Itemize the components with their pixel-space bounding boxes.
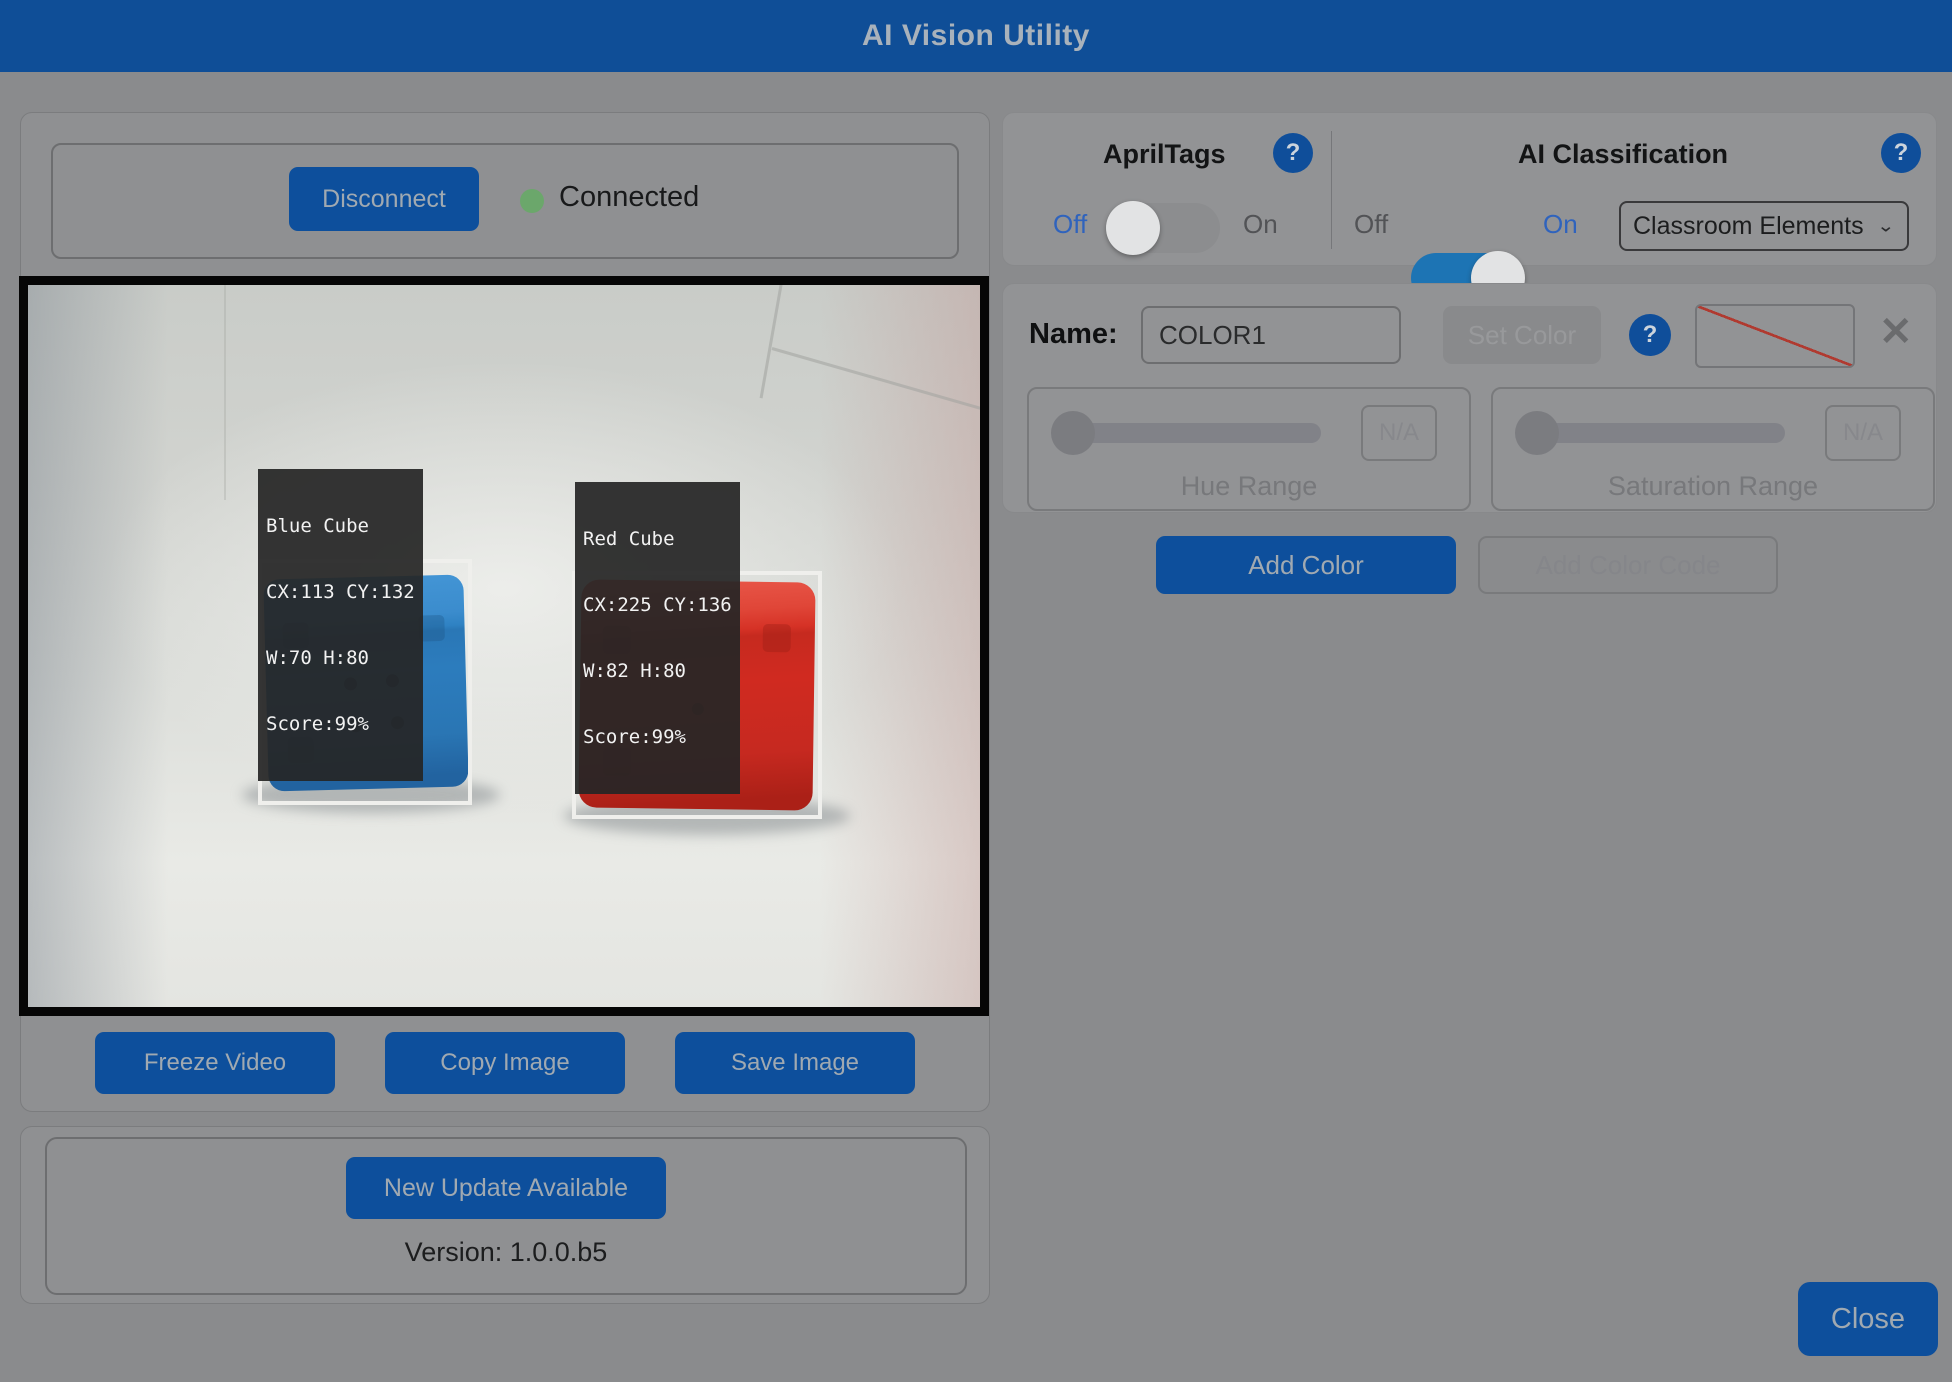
camera-video-frame: Blue Cube CX:113 CY:132 W:70 H:80 Score:…: [19, 276, 989, 1016]
connection-status-icon: [520, 189, 544, 213]
copy-image-button[interactable]: Copy Image: [385, 1032, 625, 1094]
hue-range-label: Hue Range: [1029, 471, 1469, 502]
hue-slider-track[interactable]: [1063, 423, 1321, 443]
apriltags-title: AprilTags: [1103, 139, 1226, 170]
connection-status-text: Connected: [559, 181, 699, 214]
panel-divider: [1331, 131, 1332, 249]
color-config-panel: Name: Set Color ? ✕ N/A Hue Range N/A Sa…: [1002, 283, 1937, 513]
model-select-dropdown[interactable]: Classroom Elements ⌄: [1619, 201, 1909, 251]
detection-name: Blue Cube: [266, 515, 415, 537]
ai-classification-off-label: Off: [1354, 209, 1388, 240]
saturation-slider-track[interactable]: [1527, 423, 1785, 443]
new-update-button[interactable]: New Update Available: [346, 1157, 666, 1219]
add-color-code-button[interactable]: Add Color Code: [1478, 536, 1778, 594]
hue-range-group: N/A Hue Range: [1027, 387, 1471, 511]
camera-feed: Blue Cube CX:113 CY:132 W:70 H:80 Score:…: [28, 285, 980, 1007]
hue-value-badge: N/A: [1361, 405, 1437, 461]
save-image-button[interactable]: Save Image: [675, 1032, 915, 1094]
model-selected-value: Classroom Elements: [1633, 212, 1864, 241]
detection-center: CX:225 CY:136: [583, 594, 732, 616]
apriltags-on-label: On: [1243, 209, 1278, 240]
saturation-slider-knob[interactable]: [1515, 411, 1559, 455]
apriltags-off-label: Off: [1053, 209, 1087, 240]
title-bar: AI Vision Utility: [0, 0, 1952, 72]
ai-classification-help-icon[interactable]: ?: [1881, 133, 1921, 173]
detection-size: W:82 H:80: [583, 660, 732, 682]
version-text: Version: 1.0.0.b5: [47, 1237, 965, 1268]
scene-corner-edge-vertical: [760, 285, 784, 398]
add-color-button[interactable]: Add Color: [1156, 536, 1456, 594]
ai-classification-on-label: On: [1543, 209, 1578, 240]
close-button[interactable]: Close: [1798, 1282, 1938, 1356]
page-title: AI Vision Utility: [862, 19, 1090, 53]
saturation-range-group: N/A Saturation Range: [1491, 387, 1935, 511]
set-color-button[interactable]: Set Color: [1443, 306, 1601, 364]
apriltags-toggle[interactable]: [1108, 203, 1220, 253]
disconnect-button[interactable]: Disconnect: [289, 167, 479, 231]
detection-center: CX:113 CY:132: [266, 581, 415, 603]
red-cube-detection-label: Red Cube CX:225 CY:136 W:82 H:80 Score:9…: [575, 482, 740, 794]
connection-box: Disconnect Connected: [51, 143, 959, 259]
chevron-down-icon: ⌄: [1877, 216, 1895, 237]
set-color-help-icon[interactable]: ?: [1629, 314, 1671, 356]
detection-modes-panel: AprilTags ? Off On AI Classification ? O…: [1002, 112, 1937, 266]
toggle-knob: [1106, 201, 1160, 255]
remove-color-icon[interactable]: ✕: [1879, 312, 1913, 352]
freeze-video-button[interactable]: Freeze Video: [95, 1032, 335, 1094]
detection-name: Red Cube: [583, 528, 732, 550]
ai-classification-title: AI Classification: [1518, 139, 1728, 170]
ai-vision-utility-window: AI Vision Utility Disconnect Connected: [0, 0, 1952, 1382]
update-card: New Update Available Version: 1.0.0.b5: [20, 1126, 990, 1304]
scene-wall-seam: [224, 285, 226, 500]
color-swatch: [1695, 304, 1855, 368]
color-name-label: Name:: [1029, 318, 1118, 351]
detection-score: Score:99%: [266, 713, 415, 735]
hue-slider-knob[interactable]: [1051, 411, 1095, 455]
blue-cube-detection-label: Blue Cube CX:113 CY:132 W:70 H:80 Score:…: [258, 469, 423, 781]
saturation-value-badge: N/A: [1825, 405, 1901, 461]
apriltags-help-icon[interactable]: ?: [1273, 133, 1313, 173]
saturation-range-label: Saturation Range: [1493, 471, 1933, 502]
detection-score: Score:99%: [583, 726, 732, 748]
detection-size: W:70 H:80: [266, 647, 415, 669]
update-box: New Update Available Version: 1.0.0.b5: [45, 1137, 967, 1295]
scene-shading-left: [28, 285, 168, 1007]
scene-shading-right: [820, 285, 980, 1007]
color-name-input[interactable]: [1141, 306, 1401, 364]
